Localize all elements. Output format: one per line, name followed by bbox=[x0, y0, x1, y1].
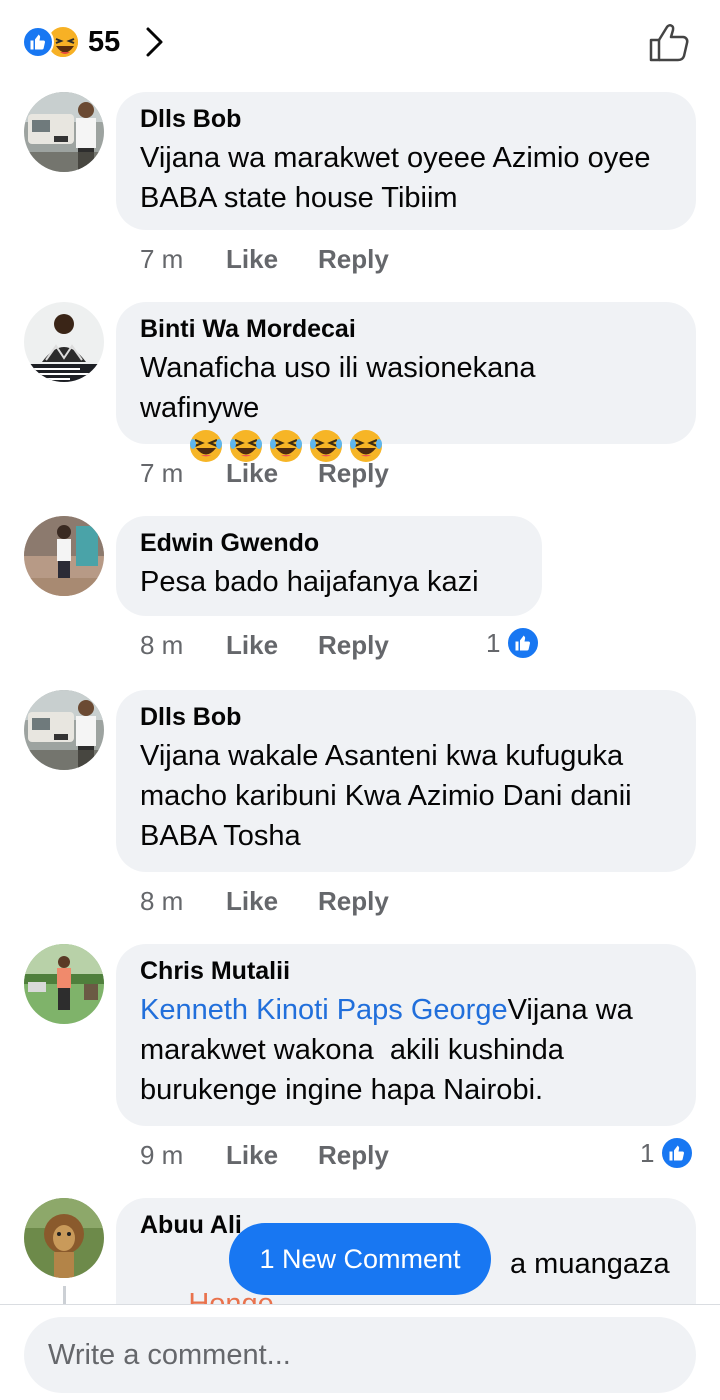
reply-button[interactable]: Reply bbox=[318, 458, 389, 489]
comment-time: 7 m bbox=[140, 244, 184, 274]
comment-bubble[interactable]: Dlls Bob Vijana wakale Asanteni kwa kufu… bbox=[116, 690, 696, 872]
avatar[interactable] bbox=[24, 690, 104, 770]
comment-author[interactable]: Binti Wa Mordecai bbox=[140, 314, 670, 344]
comment-reactions[interactable]: 1 bbox=[640, 1136, 695, 1170]
like-icon bbox=[506, 626, 541, 660]
reply-button[interactable]: Reply bbox=[318, 630, 389, 661]
reactions-summary[interactable]: 55 bbox=[22, 24, 168, 60]
comment-author[interactable]: Edwin Gwendo bbox=[140, 528, 516, 558]
comment-time: 7 m bbox=[140, 458, 184, 488]
comment-bubble[interactable]: Chris Mutalii Kenneth Kinoti Paps George… bbox=[116, 944, 696, 1126]
avatar[interactable] bbox=[24, 1198, 104, 1278]
reaction-count: 55 bbox=[88, 25, 121, 58]
reply-button[interactable]: Reply bbox=[318, 886, 389, 917]
chevron-right-icon[interactable] bbox=[144, 24, 168, 60]
like-icon bbox=[22, 26, 54, 58]
reply-button[interactable]: Reply bbox=[318, 1140, 389, 1171]
avatar[interactable] bbox=[24, 302, 104, 382]
like-button[interactable]: Like bbox=[226, 244, 318, 275]
like-button[interactable]: Like bbox=[226, 458, 318, 489]
comment-bubble[interactable]: Edwin Gwendo Pesa bado haijafanya kazi bbox=[116, 516, 542, 616]
comment-input[interactable] bbox=[24, 1317, 696, 1393]
comment-bubble[interactable]: Dlls Bob Vijana wa marakwet oyeee Azimio… bbox=[116, 92, 696, 230]
comment-reactions[interactable]: 1 bbox=[486, 626, 541, 660]
reaction-count: 1 bbox=[640, 1137, 655, 1168]
comment-text-content: Wanaficha uso ili wasionekana wafinywe bbox=[140, 352, 544, 424]
like-button[interactable]: Like bbox=[226, 630, 318, 661]
comment-author[interactable]: Dlls Bob bbox=[140, 104, 670, 134]
comment-author[interactable]: Chris Mutalii bbox=[140, 956, 670, 986]
avatar[interactable] bbox=[24, 92, 104, 172]
thumbs-up-outline-icon[interactable] bbox=[648, 22, 690, 64]
comment-text-content: a muangaza bbox=[510, 1248, 670, 1280]
comment-text: Kenneth Kinoti Paps GeorgeVijana wa mara… bbox=[140, 990, 670, 1110]
comment-author[interactable]: Dlls Bob bbox=[140, 702, 670, 732]
avatar[interactable] bbox=[24, 944, 104, 1024]
reactions-header: 55 bbox=[0, 0, 720, 86]
avatar[interactable] bbox=[24, 516, 104, 596]
comment-text: Vijana wa marakwet oyeee Azimio oyee BAB… bbox=[140, 142, 659, 214]
like-icon bbox=[660, 1136, 695, 1170]
reaction-count: 1 bbox=[486, 627, 501, 658]
comment-bubble[interactable]: Binti Wa Mordecai Wanaficha uso ili wasi… bbox=[116, 302, 696, 462]
comment-time: 8 m bbox=[140, 886, 184, 916]
comment-time: 8 m bbox=[140, 630, 184, 660]
comment-text: Pesa bado haijafanya kazi bbox=[140, 566, 479, 598]
mention-link[interactable]: Kenneth Kinoti Paps George bbox=[140, 994, 508, 1026]
comment-time: 9 m bbox=[140, 1140, 184, 1170]
new-comment-button[interactable]: 1 New Comment bbox=[229, 1223, 491, 1295]
like-button[interactable]: Like bbox=[226, 1140, 318, 1171]
comment-composer bbox=[0, 1304, 720, 1400]
like-button[interactable]: Like bbox=[226, 886, 318, 917]
reply-button[interactable]: Reply bbox=[318, 244, 389, 275]
thread-line bbox=[63, 1286, 66, 1306]
comment-text: Vijana wakale Asanteni kwa kufuguka mach… bbox=[140, 740, 640, 852]
